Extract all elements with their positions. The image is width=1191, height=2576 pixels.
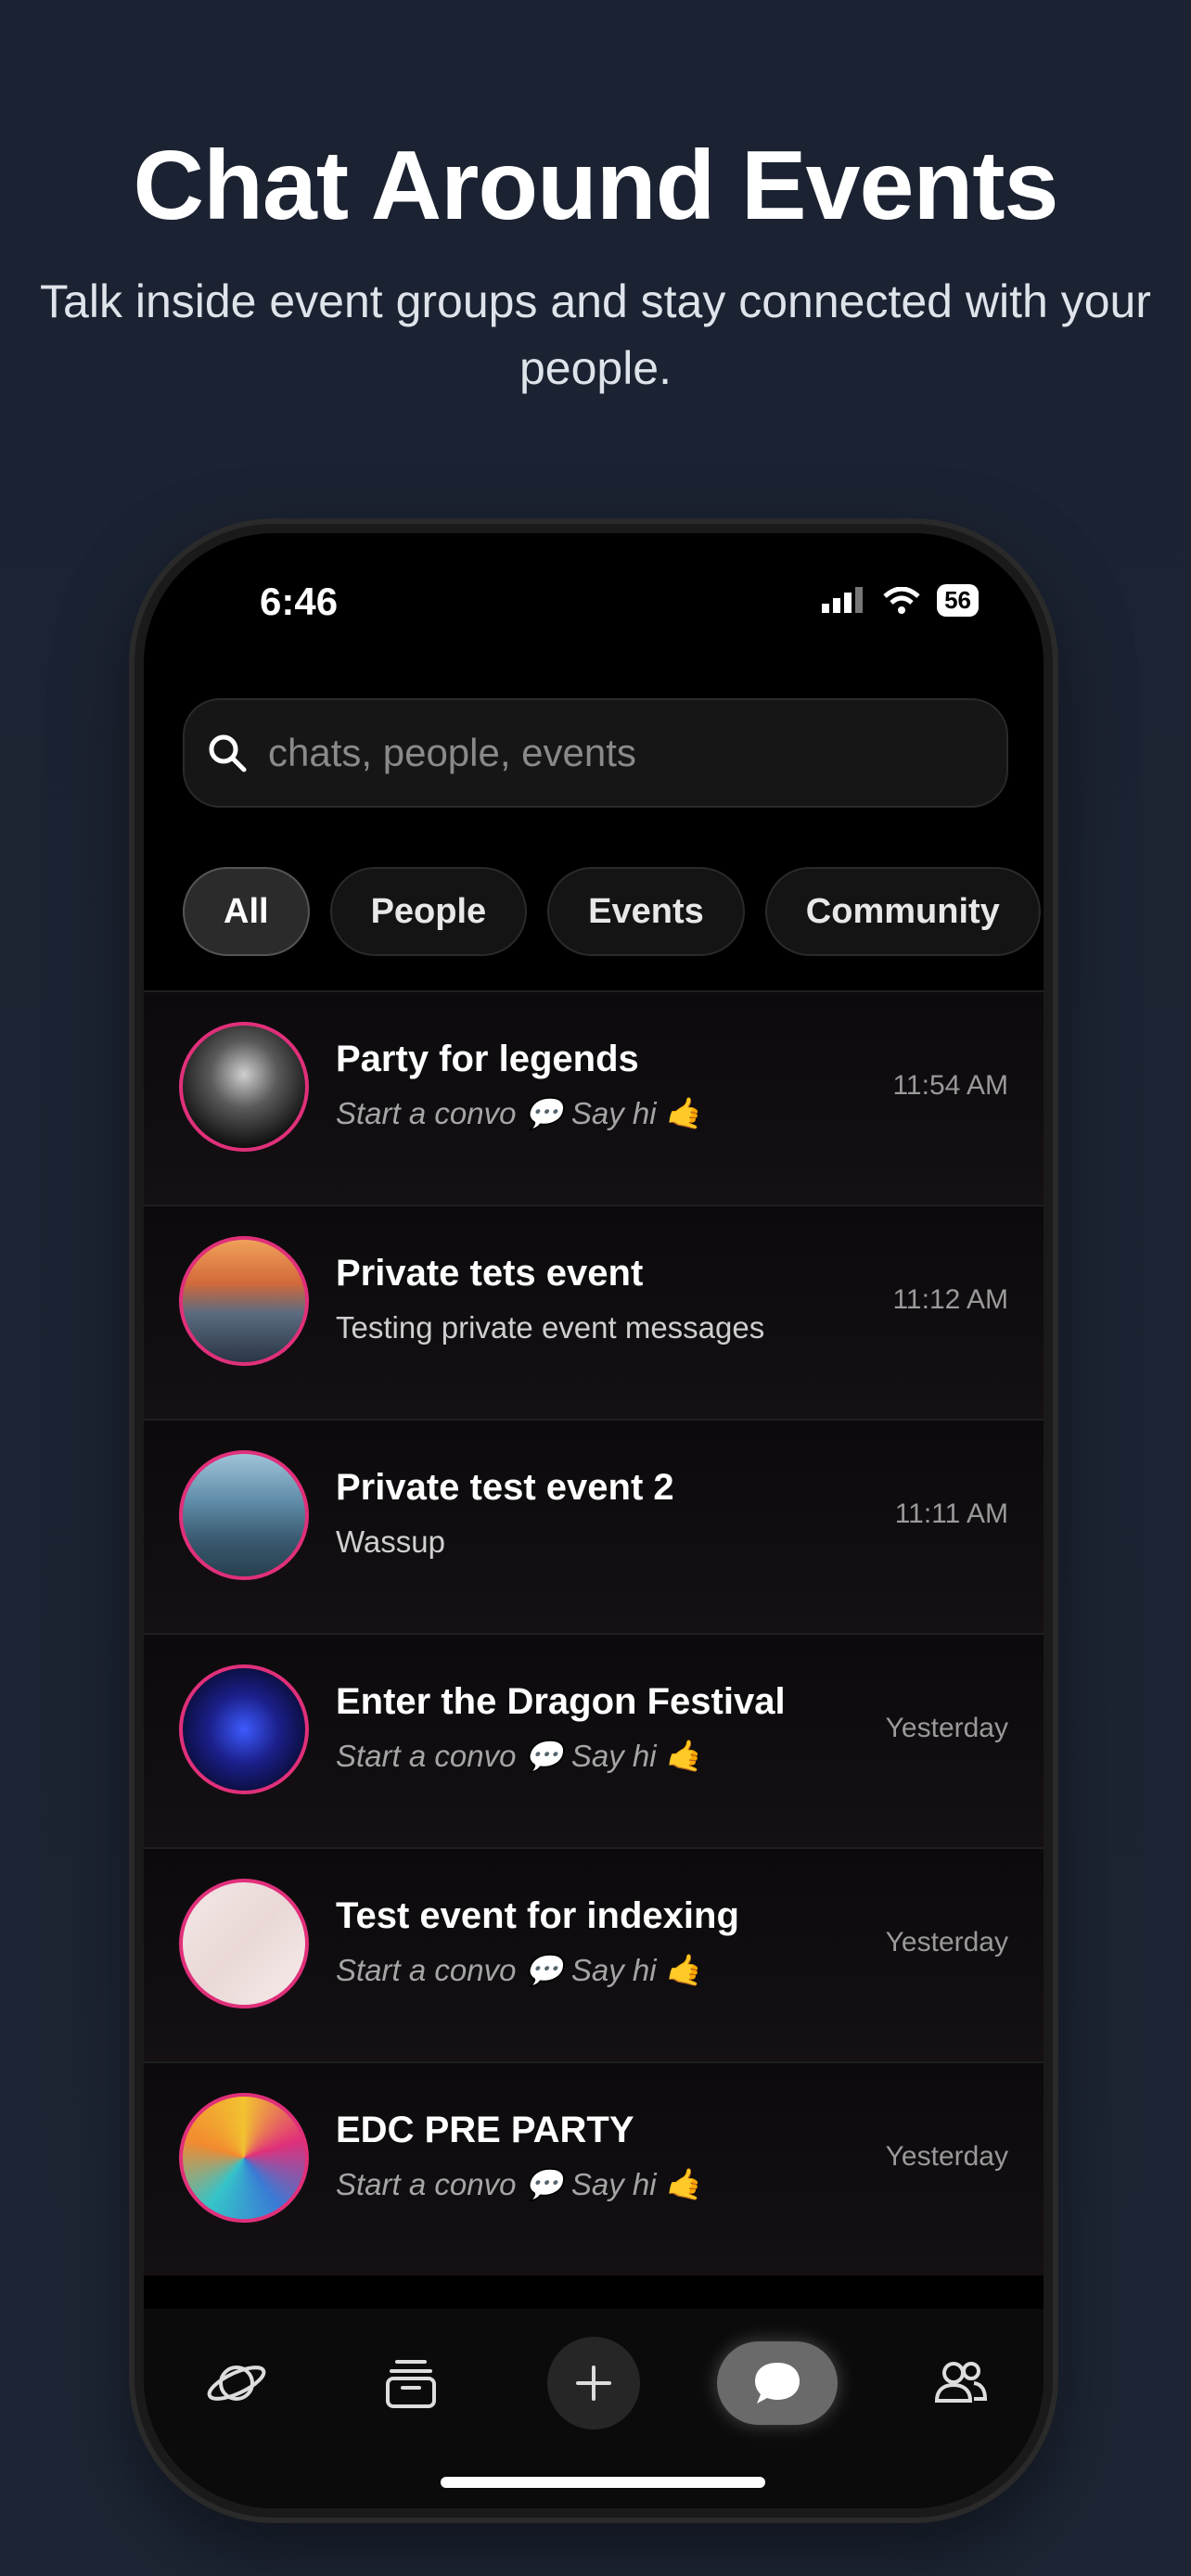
plus-icon: [576, 2366, 611, 2401]
chat-row[interactable]: Party for legends Start a convo 💬 Say hi…: [144, 990, 1044, 1205]
wifi-icon: [883, 586, 920, 614]
chat-time: Yesterday: [885, 1713, 1008, 1743]
chat-message: Testing private event messages: [336, 1310, 765, 1345]
search-input[interactable]: [266, 730, 975, 776]
inbox-icon: [386, 2360, 436, 2408]
avatar: [179, 2093, 309, 2223]
chat-title: Party for legends: [336, 1039, 639, 1079]
avatar: [179, 1664, 309, 1794]
chat-title: Private tets event: [336, 1253, 644, 1294]
filter-all[interactable]: All: [183, 867, 310, 956]
chat-time: Yesterday: [885, 1927, 1008, 1958]
tab-bar: [144, 2309, 1044, 2508]
tab-chats[interactable]: [717, 2341, 838, 2425]
chat-time: Yesterday: [885, 2141, 1008, 2172]
search-bar[interactable]: [183, 698, 1008, 808]
battery-indicator: 56: [937, 584, 979, 617]
chat-title: EDC PRE PARTY: [336, 2110, 634, 2150]
status-time: 6:46: [260, 580, 339, 623]
search-icon: [209, 734, 247, 772]
chat-time: 11:54 AM: [892, 1070, 1008, 1101]
tab-archive[interactable]: [360, 2332, 462, 2434]
chat-row[interactable]: Enter the Dragon Festival Start a convo …: [144, 1633, 1044, 1847]
signal-icon: [822, 586, 864, 613]
hero-title: Chat Around Events: [133, 131, 1059, 240]
chat-row[interactable]: Test event for indexing Start a convo 💬 …: [144, 1847, 1044, 2061]
filter-chips: All People Events Community: [183, 867, 1041, 956]
people-icon: [934, 2362, 988, 2403]
chat-message: Start a convo 💬 Say hi 🤙: [336, 1096, 703, 1130]
home-indicator: [441, 2477, 765, 2488]
tab-create[interactable]: [547, 2337, 640, 2429]
avatar: [179, 1450, 309, 1580]
avatar: [179, 1879, 309, 2009]
planet-icon: [207, 2366, 266, 2401]
filter-community[interactable]: Community: [764, 867, 1041, 956]
chat-list: Party for legends Start a convo 💬 Say hi…: [144, 990, 1044, 2276]
chat-row[interactable]: EDC PRE PARTY Start a convo 💬 Say hi 🤙 Y…: [144, 2061, 1044, 2276]
phone-frame: 6:46 56 All People: [134, 524, 1053, 2518]
chat-row[interactable]: Private test event 2 Wassup 11:11 AM: [144, 1419, 1044, 1633]
filter-people[interactable]: People: [329, 867, 528, 956]
chat-title: Test event for indexing: [336, 1895, 739, 1936]
chat-title: Private test event 2: [336, 1467, 674, 1508]
chat-time: 11:11 AM: [894, 1498, 1008, 1529]
chat-message: Start a convo 💬 Say hi 🤙: [336, 1953, 703, 1987]
avatar: [179, 1236, 309, 1366]
chat-message: Start a convo 💬 Say hi 🤙: [336, 2167, 703, 2201]
chat-title: Enter the Dragon Festival: [336, 1681, 786, 1722]
avatar: [179, 1022, 309, 1152]
chat-icon: [755, 2363, 800, 2404]
phone-screen: 6:46 56 All People: [144, 533, 1044, 2508]
chat-message: Wassup: [336, 1524, 445, 1559]
tab-people[interactable]: [909, 2332, 1011, 2434]
filter-events[interactable]: Events: [547, 867, 745, 956]
hero-subtitle: Talk inside event groups and stay connec…: [40, 275, 1151, 394]
chat-time: 11:12 AM: [892, 1284, 1008, 1315]
chat-row[interactable]: Private tets event Testing private event…: [144, 1205, 1044, 1419]
hero: Chat Around Events Talk inside event gro…: [0, 130, 1191, 402]
tab-explore[interactable]: [186, 2332, 288, 2434]
status-icons: 56: [820, 584, 979, 617]
chat-message: Start a convo 💬 Say hi 🤙: [336, 1739, 703, 1773]
